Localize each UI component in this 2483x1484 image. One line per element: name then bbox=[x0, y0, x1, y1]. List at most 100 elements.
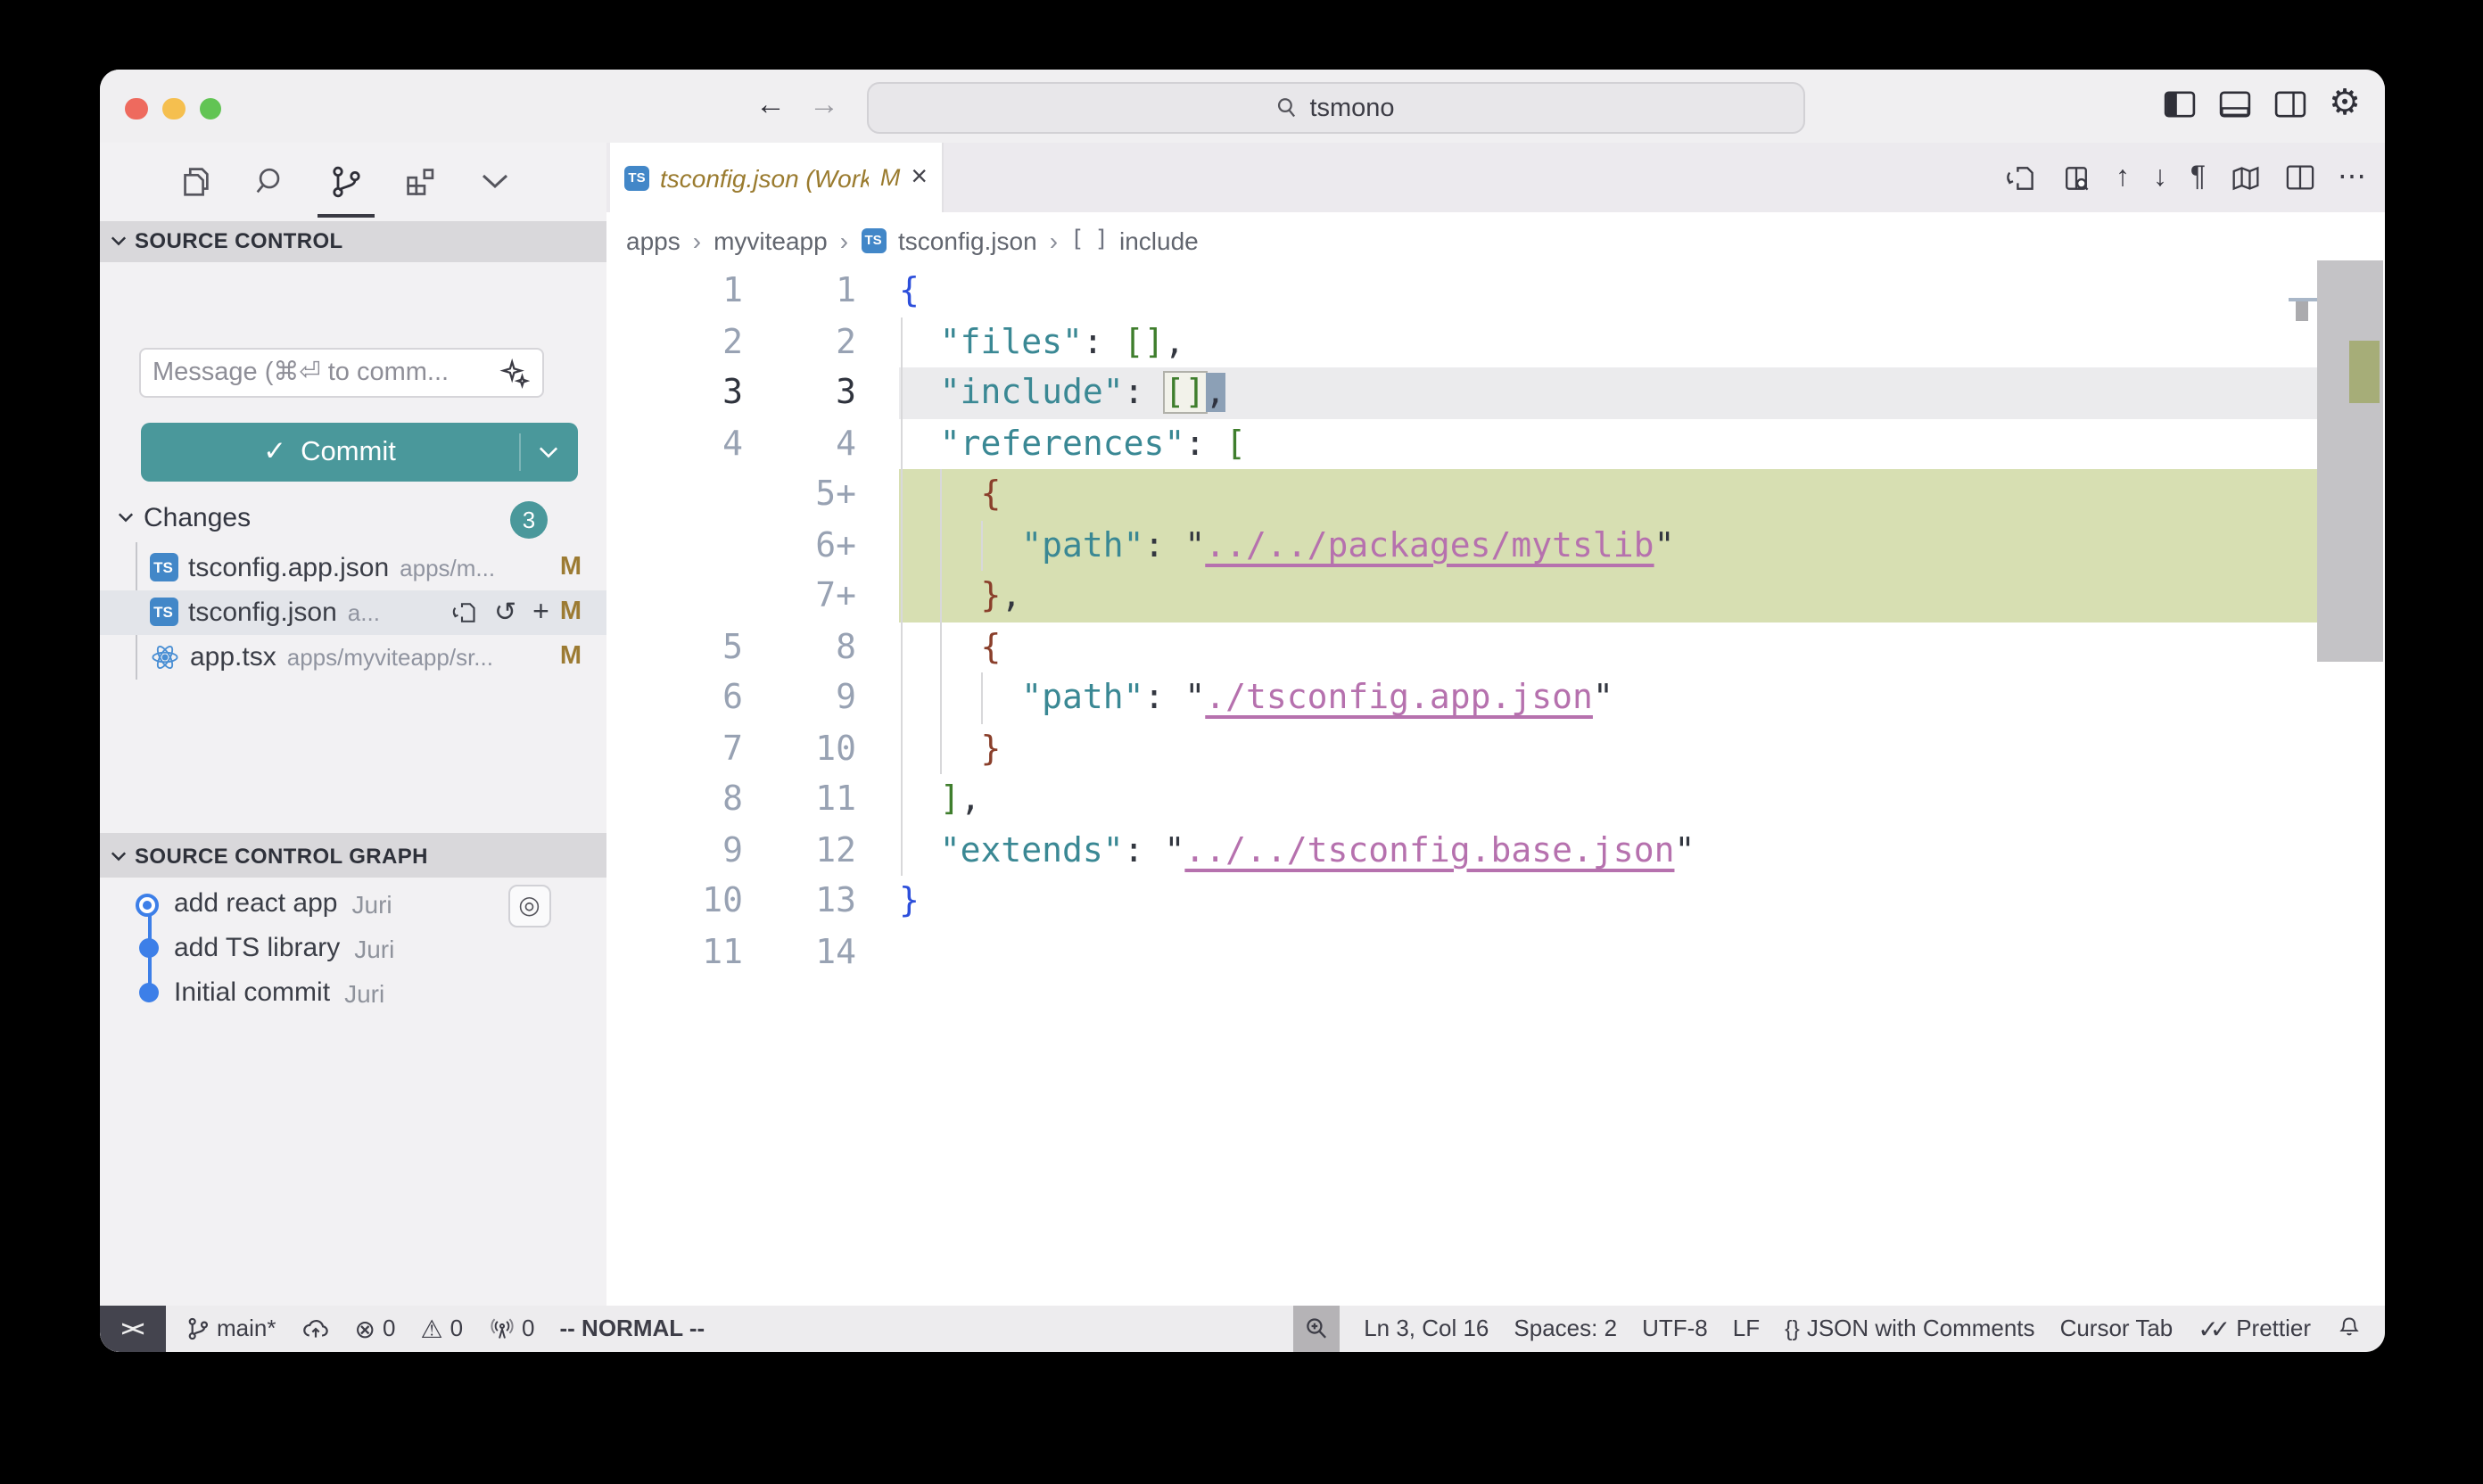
next-change-icon[interactable]: ↓ bbox=[2153, 161, 2167, 194]
formatter-status[interactable]: ✓✓ Prettier bbox=[2198, 1315, 2311, 1342]
tab-modified-badge: M bbox=[880, 164, 901, 191]
commit-head-dot bbox=[136, 894, 159, 917]
code-token: ../../tsconfig.base.json bbox=[1184, 830, 1674, 870]
code-line-background bbox=[899, 571, 2317, 622]
modified-line-number: 13 bbox=[743, 876, 856, 927]
notifications-bell-icon[interactable] bbox=[2336, 1315, 2361, 1342]
code-line[interactable]: 811 ], bbox=[606, 774, 2384, 825]
inline-diff-view-icon[interactable] bbox=[2060, 161, 2092, 194]
more-actions-icon[interactable]: ⋯ bbox=[2338, 161, 2366, 194]
code-text: { bbox=[856, 469, 1001, 520]
split-editor-icon[interactable] bbox=[2284, 164, 2314, 191]
activity-source-control[interactable] bbox=[308, 143, 383, 219]
code-token: : bbox=[1083, 322, 1124, 361]
stage-changes-icon[interactable]: + bbox=[532, 598, 549, 625]
code-line[interactable]: 1114 bbox=[606, 927, 2384, 977]
graph-filter-button[interactable]: ◎ bbox=[508, 885, 550, 927]
cursor-position-status[interactable]: Ln 3, Col 16 bbox=[1364, 1315, 1489, 1342]
code-line[interactable]: 5+ { bbox=[606, 469, 2384, 520]
commit-button[interactable]: ✓ Commit bbox=[141, 423, 577, 482]
activity-search[interactable] bbox=[233, 143, 308, 219]
whitespace-toggle-icon[interactable]: ¶ bbox=[2190, 161, 2206, 194]
typescript-file-icon: TS bbox=[861, 227, 886, 252]
zoom-indicator-button[interactable] bbox=[1292, 1305, 1339, 1352]
breadcrumb-item[interactable]: tsconfig.json bbox=[898, 226, 1037, 254]
command-center-search[interactable]: tsmono bbox=[866, 82, 1804, 134]
breadcrumb-item[interactable]: include bbox=[1119, 226, 1199, 254]
breadcrumb-item[interactable]: myviteapp bbox=[714, 226, 828, 254]
activity-extensions[interactable] bbox=[383, 143, 458, 219]
code-line[interactable]: 1013} bbox=[606, 876, 2384, 927]
toggle-bottom-panel-icon[interactable] bbox=[2218, 90, 2250, 117]
code-line[interactable]: 22 "files": [], bbox=[606, 317, 2384, 367]
eol-status[interactable]: LF bbox=[1733, 1315, 1760, 1342]
code-line[interactable]: 7+ }, bbox=[606, 571, 2384, 622]
discard-changes-icon[interactable]: ↺ bbox=[494, 598, 516, 625]
code-line[interactable]: 44 "references": [ bbox=[606, 418, 2384, 469]
vim-cursor-block: , bbox=[1205, 373, 1225, 412]
activity-more-views[interactable] bbox=[458, 143, 532, 219]
code-line[interactable]: 710 } bbox=[606, 723, 2384, 774]
original-line-number: 7 bbox=[606, 723, 743, 774]
warnings-status[interactable]: ⚠ 0 bbox=[420, 1315, 463, 1342]
editor-scrollbar[interactable] bbox=[2317, 260, 2382, 662]
breadcrumb-separator-icon: › bbox=[1050, 226, 1058, 254]
title-bar[interactable]: ← → tsmono ⚙ bbox=[99, 70, 2384, 143]
code-line-background bbox=[899, 723, 2317, 774]
code-line[interactable]: 33 "include": [], bbox=[606, 367, 2384, 418]
code-line[interactable]: 11{ bbox=[606, 266, 2384, 317]
code-text: "files": [], bbox=[856, 317, 1184, 367]
close-tab-icon[interactable]: × bbox=[911, 163, 928, 192]
code-line[interactable]: 69 "path": "./tsconfig.app.json" bbox=[606, 672, 2384, 723]
git-branch-status[interactable]: main* bbox=[185, 1315, 276, 1342]
overview-selection-mark bbox=[2295, 301, 2307, 321]
modified-line-number: 3 bbox=[743, 367, 856, 418]
changed-file-row[interactable]: TStsconfig.jsona...↺+M bbox=[99, 589, 606, 634]
original-line-number: 9 bbox=[606, 825, 743, 876]
toggle-right-sidebar-icon[interactable] bbox=[2273, 90, 2306, 117]
navigate-forward-button[interactable]: → bbox=[809, 86, 839, 125]
file-name: tsconfig.json bbox=[188, 597, 337, 627]
search-icon bbox=[1275, 96, 1299, 120]
search-value: tsmono bbox=[1309, 94, 1394, 122]
minimize-window-button[interactable] bbox=[162, 97, 185, 120]
breadcrumb-item[interactable]: apps bbox=[626, 226, 681, 254]
activity-explorer[interactable] bbox=[158, 143, 233, 219]
modified-line-number: 4 bbox=[743, 418, 856, 469]
sparkle-generate-icon[interactable] bbox=[499, 358, 529, 388]
commit-dropdown-button[interactable] bbox=[520, 446, 577, 458]
map-icon[interactable] bbox=[2229, 163, 2261, 192]
code-line[interactable]: 58 { bbox=[606, 622, 2384, 672]
code-line[interactable]: 912 "extends": "../../tsconfig.base.json… bbox=[606, 825, 2384, 876]
errors-status[interactable]: ⊗ 0 bbox=[355, 1315, 396, 1342]
toggle-left-sidebar-icon[interactable] bbox=[2163, 90, 2195, 117]
settings-gear-icon[interactable]: ⚙ bbox=[2329, 86, 2361, 121]
close-window-button[interactable] bbox=[125, 97, 147, 120]
remote-indicator[interactable]: >< bbox=[99, 1305, 165, 1352]
changed-file-row[interactable]: app.tsxapps/myviteapp/sr...M bbox=[99, 634, 606, 679]
remote-icon: >< bbox=[121, 1316, 143, 1341]
source-control-graph-section-header[interactable]: SOURCE CONTROL GRAPH bbox=[99, 833, 606, 878]
language-mode-status[interactable]: {} JSON with Comments bbox=[1785, 1315, 2034, 1342]
react-file-icon bbox=[149, 641, 179, 672]
commit-message-input[interactable]: Message (⌘⏎ to comm... bbox=[138, 348, 543, 398]
cursor-tab-status[interactable]: Cursor Tab bbox=[2060, 1315, 2174, 1342]
commit-row[interactable]: Initial commitJuri bbox=[99, 970, 606, 1015]
commit-row[interactable]: add TS libraryJuri bbox=[99, 926, 606, 970]
publish-cloud-icon[interactable] bbox=[301, 1317, 330, 1340]
changed-file-row[interactable]: TStsconfig.app.jsonapps/m...M bbox=[99, 545, 606, 589]
ports-status[interactable]: 0 bbox=[488, 1315, 534, 1342]
indentation-status[interactable]: Spaces: 2 bbox=[1514, 1315, 1617, 1342]
code-token: : bbox=[1124, 373, 1165, 412]
navigate-back-button[interactable]: ← bbox=[755, 86, 786, 125]
encoding-status[interactable]: UTF-8 bbox=[1642, 1315, 1708, 1342]
code-line[interactable]: 6+ "path": "../../packages/mytslib" bbox=[606, 520, 2384, 571]
double-check-icon: ✓✓ bbox=[2198, 1316, 2222, 1341]
open-file-icon[interactable] bbox=[2005, 161, 2037, 194]
changes-section-header[interactable]: Changes bbox=[117, 496, 251, 539]
source-control-section-header[interactable]: SOURCE CONTROL bbox=[99, 220, 606, 261]
previous-change-icon[interactable]: ↑ bbox=[2116, 161, 2130, 194]
tab-tsconfig-working-tree[interactable]: TS tsconfig.json (Working Tree) M × bbox=[610, 143, 944, 212]
maximize-window-button[interactable] bbox=[199, 97, 221, 120]
open-file-icon[interactable] bbox=[451, 598, 478, 625]
